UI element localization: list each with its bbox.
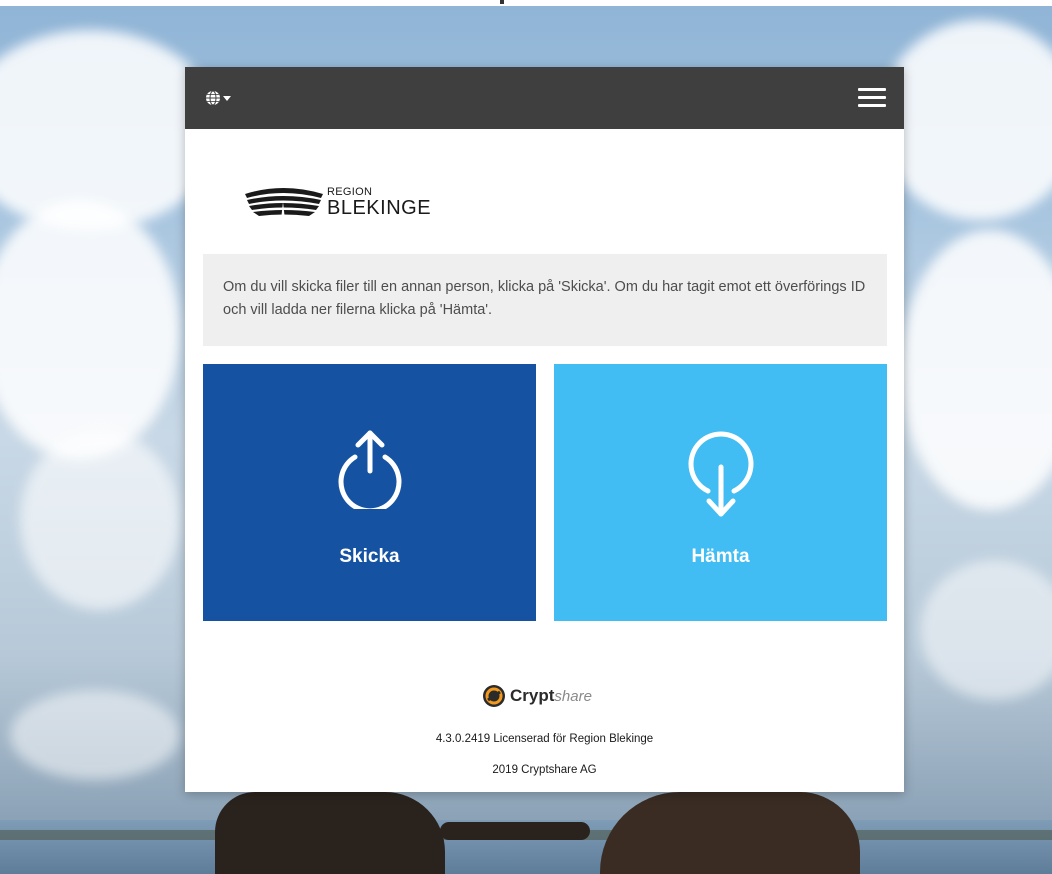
main-card: REGION BLEKINGE Om du vill skicka filer … — [185, 67, 904, 792]
fetch-label: Hämta — [691, 546, 750, 567]
intro-message: Om du vill skicka filer till en annan pe… — [203, 254, 887, 346]
region-blekinge-emblem-icon — [245, 188, 323, 220]
cryptshare-wordmark: Cryptshare — [510, 686, 592, 705]
send-label: Skicka — [339, 546, 400, 567]
logo-text-blekinge: BLEKINGE — [327, 197, 432, 219]
globe-icon — [206, 90, 220, 106]
copyright-text: 2019 Cryptshare AG — [492, 764, 597, 776]
top-navbar — [185, 67, 904, 129]
hamburger-menu-icon[interactable] — [858, 87, 886, 109]
language-selector[interactable] — [205, 89, 241, 107]
upload-icon — [338, 430, 402, 509]
cryptshare-logo: Cryptshare — [482, 684, 612, 710]
region-blekinge-logo: REGION BLEKINGE — [243, 182, 463, 227]
send-button[interactable]: Skicka — [203, 364, 536, 621]
license-text: 4.3.0.2419 Licenserad för Region Bleking… — [435, 733, 654, 745]
cryptshare-emblem-icon — [483, 685, 505, 707]
caret-down-icon — [223, 96, 231, 101]
top-strip — [0, 0, 1052, 6]
download-icon — [688, 431, 754, 517]
fetch-button[interactable]: Hämta — [554, 364, 887, 621]
